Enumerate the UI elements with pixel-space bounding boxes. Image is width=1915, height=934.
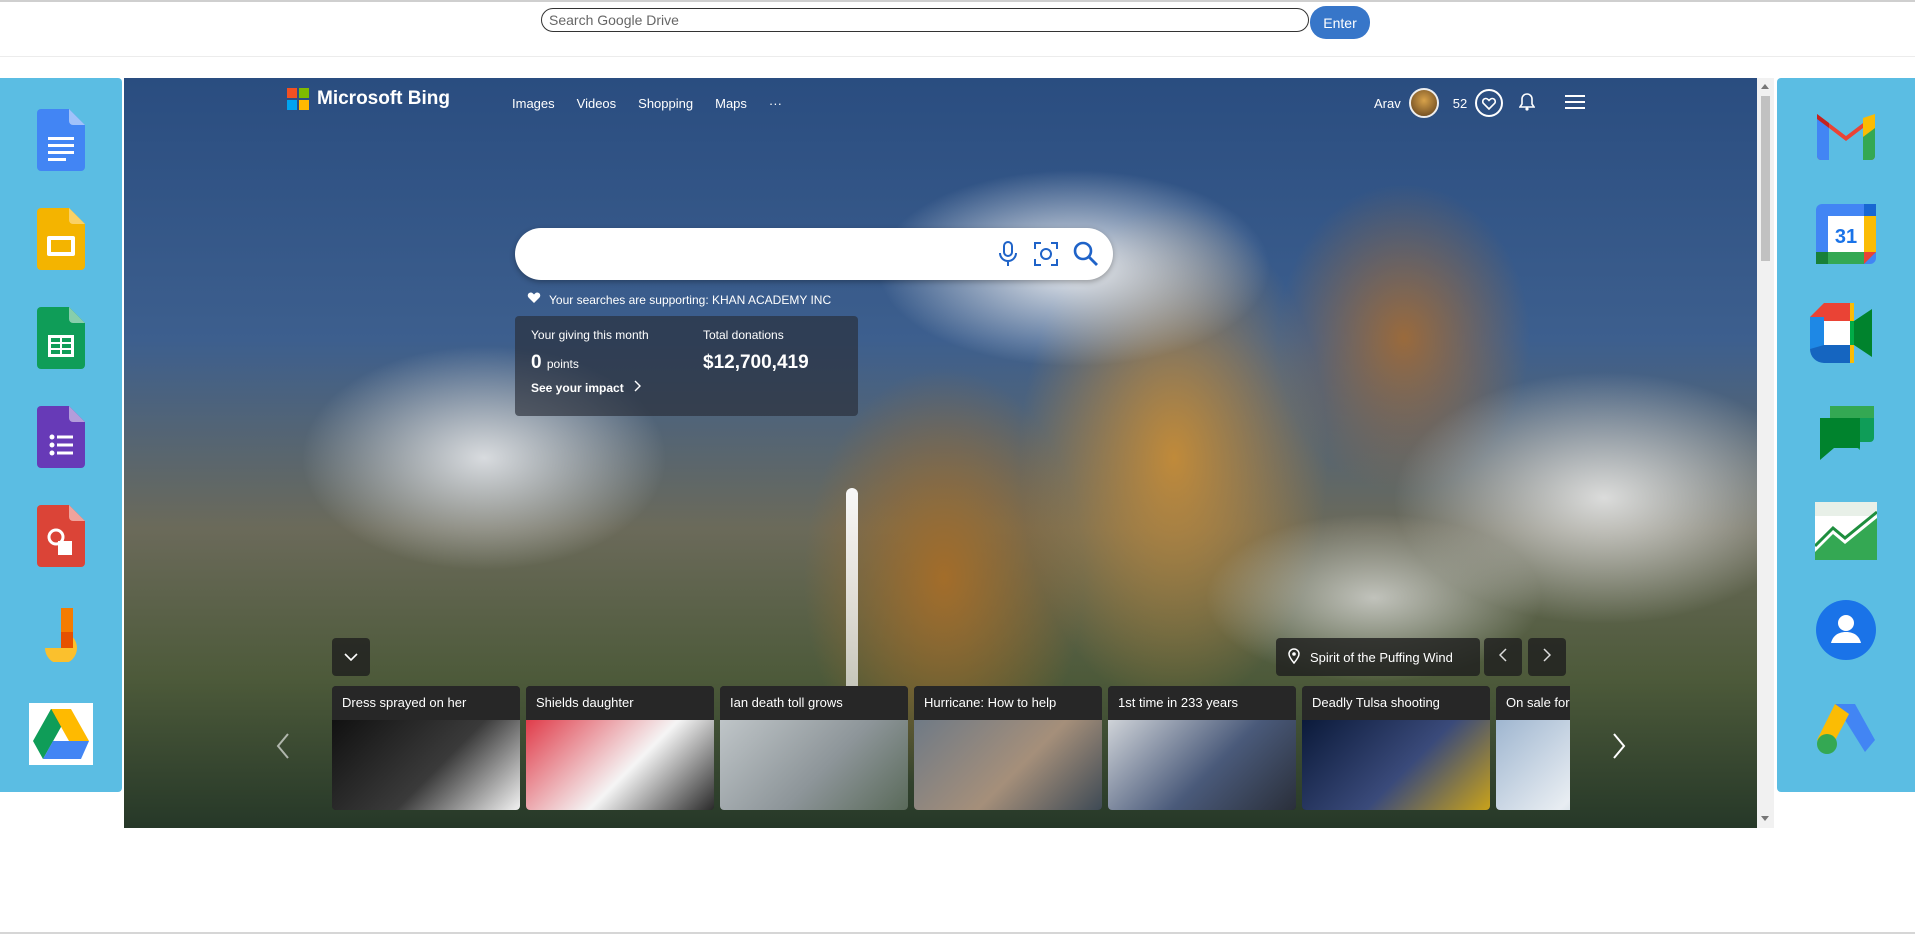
user-name[interactable]: Arav [1374, 96, 1401, 111]
drive-search-bar: Enter [0, 2, 1915, 57]
google-sheets-chart-icon[interactable] [1810, 495, 1882, 567]
nav-videos[interactable]: Videos [577, 96, 617, 111]
scrollbar-thumb[interactable] [1761, 96, 1770, 261]
news-card-title: Deadly Tulsa shooting [1302, 686, 1490, 720]
drive-search-input[interactable] [541, 8, 1309, 32]
news-card[interactable]: Deadly Tulsa shooting [1302, 686, 1490, 810]
avatar[interactable] [1408, 88, 1439, 118]
google-slides-icon[interactable] [25, 203, 97, 275]
news-card[interactable]: Ian death toll grows [720, 686, 908, 810]
news-card[interactable]: Dress sprayed on her [332, 686, 520, 810]
search-icon[interactable] [1073, 241, 1099, 272]
news-card-thumbnail [914, 720, 1102, 810]
news-card-thumbnail [1108, 720, 1296, 810]
google-drawings-icon[interactable] [25, 500, 97, 572]
supporting-charity[interactable]: Your searches are supporting: KHAN ACADE… [527, 292, 831, 307]
rewards-heart-icon[interactable] [1475, 89, 1504, 117]
chevron-down-icon [344, 648, 358, 666]
news-card-title: Shields daughter [526, 686, 714, 720]
news-card-thumbnail [720, 720, 908, 810]
news-card[interactable]: Hurricane: How to help [914, 686, 1102, 810]
google-docs-icon[interactable] [25, 104, 97, 176]
google-calendar-icon[interactable]: 31 [1810, 198, 1882, 270]
news-card-title: Dress sprayed on her [332, 686, 520, 720]
calendar-day-number: 31 [1835, 226, 1857, 248]
total-donations-value: $12,700,419 [703, 352, 809, 373]
microphone-icon[interactable] [997, 241, 1019, 272]
visual-search-icon[interactable] [1033, 241, 1059, 272]
next-image-button[interactable] [1528, 638, 1566, 676]
news-card[interactable]: On sale for [1496, 686, 1570, 810]
google-meet-icon[interactable] [1810, 297, 1882, 369]
news-feed: Dress sprayed on her Shields daughter Ian … [332, 686, 1570, 810]
nav-shopping[interactable]: Shopping [638, 96, 693, 111]
bing-logo[interactable]: Microsoft Bing [287, 88, 450, 110]
google-drive-icon[interactable] [25, 698, 97, 770]
enter-button[interactable]: Enter [1310, 6, 1370, 39]
total-donations-label: Total donations [703, 328, 784, 342]
left-app-sidebar [0, 78, 122, 792]
news-card-thumbnail [332, 720, 520, 810]
google-chat-icon[interactable] [1810, 396, 1882, 468]
right-app-sidebar: 31 [1777, 78, 1915, 792]
image-location-text: Spirit of the Puffing Wind [1310, 649, 1453, 665]
news-card-title: 1st time in 233 years [1108, 686, 1296, 720]
scroll-up-arrow-icon[interactable] [1761, 84, 1769, 89]
news-card-title: Hurricane: How to help [914, 686, 1102, 720]
heart-icon [527, 292, 541, 307]
previous-image-button[interactable] [1484, 638, 1522, 676]
menu-hamburger-icon[interactable] [1565, 94, 1586, 113]
gmail-icon[interactable] [1810, 98, 1882, 170]
bing-homepage: Microsoft Bing Images Videos Shopping Ma… [124, 78, 1758, 828]
page-scrollbar[interactable] [1757, 78, 1774, 828]
chevron-right-icon [1612, 732, 1626, 765]
news-card-title: Ian death toll grows [720, 686, 908, 720]
scroll-down-arrow-icon[interactable] [1761, 816, 1769, 821]
image-location-button[interactable]: Spirit of the Puffing Wind [1276, 638, 1480, 676]
microsoft-logo-icon [287, 88, 309, 110]
chevron-left-icon [1498, 647, 1507, 667]
feed-previous-button[interactable] [268, 728, 298, 768]
nav-maps[interactable]: Maps [715, 96, 747, 111]
chevron-right-icon [634, 380, 642, 395]
location-pin-icon [1288, 647, 1300, 667]
nav-more[interactable]: ··· [769, 96, 782, 111]
nav-images[interactable]: Images [512, 96, 555, 111]
collapse-feed-button[interactable] [332, 638, 370, 676]
google-sheets-icon[interactable] [25, 302, 97, 374]
news-card-thumbnail [526, 720, 714, 810]
bing-nav: Images Videos Shopping Maps ··· [512, 96, 782, 111]
user-area: Arav 52 [1374, 88, 1586, 118]
news-card-thumbnail [1496, 720, 1570, 810]
giving-month-label: Your giving this month [531, 328, 649, 342]
news-card[interactable]: 1st time in 233 years [1108, 686, 1296, 810]
news-card-title: On sale for [1496, 686, 1570, 720]
points-label: points [546, 357, 579, 371]
rewards-points[interactable]: 52 [1453, 96, 1467, 111]
google-contacts-icon[interactable] [1810, 594, 1882, 666]
bing-search-box[interactable] [515, 228, 1113, 280]
giving-month-value: 0 points [531, 352, 579, 373]
feed-next-button[interactable] [1604, 728, 1634, 768]
see-impact-link[interactable]: See your impact [531, 380, 642, 395]
google-ads-icon[interactable] [1810, 692, 1882, 764]
news-card-thumbnail [1302, 720, 1490, 810]
google-forms-icon[interactable] [25, 401, 97, 473]
chevron-right-icon [1543, 647, 1552, 667]
notifications-bell-icon[interactable] [1518, 92, 1536, 114]
brand-name: Microsoft Bing [317, 88, 450, 109]
supporting-text: Your searches are supporting: KHAN ACADE… [549, 292, 832, 307]
giving-panel: Your giving this month 0 points Total do… [515, 316, 858, 416]
news-card[interactable]: Shields daughter [526, 686, 714, 810]
google-jamboard-icon[interactable] [25, 599, 97, 671]
chevron-left-icon [276, 732, 290, 765]
